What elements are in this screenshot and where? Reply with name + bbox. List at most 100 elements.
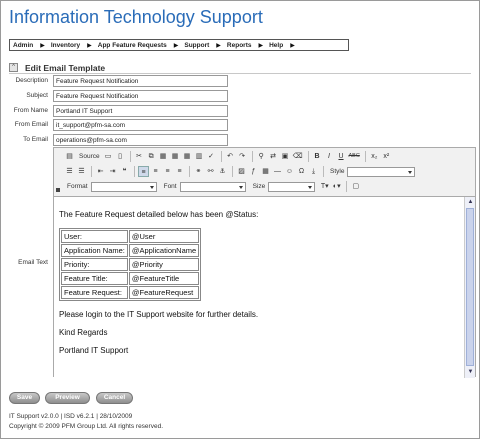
table-row: Feature Request: @FeatureRequest xyxy=(61,286,200,299)
chevron-right-icon: ▶ xyxy=(290,42,295,49)
link-icon[interactable]: ⚭ xyxy=(193,166,204,177)
nav-admin[interactable]: Admin ▶ xyxy=(10,40,48,50)
smiley-icon[interactable]: ☺ xyxy=(284,166,295,177)
toolbar-row-3: Format Font Size T▾ ◐▾ ▢ xyxy=(64,180,362,193)
background-color-icon[interactable]: ◐▾ xyxy=(331,181,342,192)
preview-button[interactable]: Preview xyxy=(45,392,90,404)
placeholder-table: User: @User Application Name: @Application… xyxy=(59,228,202,301)
nav-inventory[interactable]: Inventory ▶ xyxy=(48,40,95,50)
table-cell-value: @User xyxy=(128,230,200,243)
font-dropdown[interactable] xyxy=(179,181,246,192)
bold-icon[interactable]: B xyxy=(312,151,323,162)
to-email-label: To Email xyxy=(23,136,48,143)
subject-label: Subject xyxy=(26,92,48,99)
editor-content-area[interactable]: The Feature Request detailed below has b… xyxy=(54,196,475,378)
flash-icon[interactable]: ƒ xyxy=(248,166,259,177)
table-cell-label: Feature Title: xyxy=(61,272,128,285)
image-icon[interactable]: ▨ xyxy=(236,166,247,177)
replace-icon[interactable]: ⇄ xyxy=(268,151,279,162)
toolbar-row-1: ▤ Source ▭ ▯ ✂ ⧉ ▦ ▦ ▦ ▥ ✓ ↶ ↷ ⚲ ⇄ ▣ ⌫ B … xyxy=(64,150,393,163)
size-dropdown[interactable] xyxy=(268,181,316,192)
nav-help-label: Help xyxy=(269,41,284,49)
table-row: Priority: @Priority xyxy=(61,258,200,271)
paste-word-icon[interactable]: ▦ xyxy=(182,151,193,162)
chevron-right-icon: ▶ xyxy=(173,42,179,49)
scroll-down-icon[interactable]: ▼ xyxy=(467,369,474,376)
nav-help[interactable]: Help ▶ xyxy=(266,40,298,50)
italic-icon[interactable]: I xyxy=(324,151,335,162)
anchor-icon[interactable]: ⚓ xyxy=(217,166,228,177)
from-email-field[interactable]: it_support@pfm-sa.com xyxy=(53,119,228,131)
chevron-right-icon: ▶ xyxy=(216,42,221,49)
table-row: Application Name: @ApplicationName xyxy=(61,244,200,257)
select-all-icon[interactable]: ▣ xyxy=(280,151,291,162)
collapse-icon[interactable]: ^ xyxy=(9,63,18,72)
maximize-icon[interactable]: ▢ xyxy=(350,181,361,192)
save-doc-icon[interactable]: ▭ xyxy=(103,151,114,162)
nav-reports[interactable]: Reports ▶ xyxy=(224,40,266,50)
email-login-text: Please login to the IT Support website f… xyxy=(59,310,259,319)
email-signature: Portland IT Support xyxy=(59,346,129,355)
align-left-icon[interactable]: ≡ xyxy=(138,166,149,177)
save-button[interactable]: Save xyxy=(9,392,40,404)
justify-icon[interactable]: ≡ xyxy=(174,166,185,177)
format-dropdown[interactable] xyxy=(90,181,157,192)
table-icon[interactable]: ▦ xyxy=(260,166,271,177)
special-char-icon[interactable]: Ω xyxy=(296,166,307,177)
toolbar-row-2: ☰ ☰ ⇤ ⇥ ❝ ≡ ≡ ≡ ≡ ⚭ ⚯ ⚓ ▨ ƒ ▦ ― ☺ Ω ⤓ St… xyxy=(64,165,419,178)
underline-icon[interactable]: U xyxy=(336,151,347,162)
source-button[interactable]: Source xyxy=(79,153,100,160)
outdent-icon[interactable]: ⇤ xyxy=(95,166,106,177)
source-icon[interactable]: ▤ xyxy=(64,151,75,162)
nav-admin-label: Admin xyxy=(13,41,34,49)
scroll-up-icon[interactable]: ▲ xyxy=(467,199,474,206)
print-icon[interactable]: ▥ xyxy=(194,151,205,162)
table-cell-value: @FeatureTitle xyxy=(128,272,200,285)
main-nav-bar: Admin ▶ Inventory ▶ App Feature Requests ▶ … xyxy=(9,39,349,51)
blockquote-icon[interactable]: ❝ xyxy=(119,166,130,177)
table-cell-value: @FeatureRequest xyxy=(128,286,200,299)
spellcheck-icon[interactable]: ✓ xyxy=(206,151,217,162)
superscript-icon[interactable]: x² xyxy=(381,151,392,162)
paste-icon[interactable]: ▦ xyxy=(158,151,169,162)
email-body: The Feature Request detailed below has b… xyxy=(59,210,459,364)
scrollbar-thumb[interactable] xyxy=(466,208,474,366)
cut-icon[interactable]: ✂ xyxy=(134,151,145,162)
page-break-icon[interactable]: ⤓ xyxy=(308,166,319,177)
text-color-icon[interactable]: T▾ xyxy=(319,181,330,192)
toolbar-collapse-handle[interactable] xyxy=(56,188,60,192)
nav-app-feature-requests[interactable]: App Feature Requests ▶ xyxy=(95,40,182,50)
chevron-right-icon: ▶ xyxy=(87,42,92,49)
toolbar-separator xyxy=(220,151,222,162)
align-right-icon[interactable]: ≡ xyxy=(162,166,173,177)
copy-icon[interactable]: ⧉ xyxy=(146,151,157,162)
description-field[interactable]: Feature Request Notification xyxy=(53,75,228,87)
section-title: Edit Email Template xyxy=(25,62,106,73)
from-name-field[interactable]: Portland IT Support xyxy=(53,105,228,117)
toolbar-separator xyxy=(346,181,348,192)
to-email-field[interactable]: operations@pfm-sa.com xyxy=(53,134,228,146)
strikethrough-icon[interactable]: ABC xyxy=(348,151,361,162)
indent-icon[interactable]: ⇥ xyxy=(107,166,118,177)
new-page-icon[interactable]: ▯ xyxy=(115,151,126,162)
style-dropdown[interactable] xyxy=(347,166,416,177)
undo-icon[interactable]: ↶ xyxy=(225,151,236,162)
remove-format-icon[interactable]: ⌫ xyxy=(292,151,304,162)
find-icon[interactable]: ⚲ xyxy=(256,151,267,162)
table-cell-label: Application Name: xyxy=(61,244,128,257)
nav-inventory-label: Inventory xyxy=(50,41,81,49)
horizontal-rule-icon[interactable]: ― xyxy=(272,166,283,177)
redo-icon[interactable]: ↷ xyxy=(237,151,248,162)
numbered-list-icon[interactable]: ☰ xyxy=(64,166,75,177)
align-center-icon[interactable]: ≡ xyxy=(150,166,161,177)
subscript-icon[interactable]: x₂ xyxy=(369,151,380,162)
bulleted-list-icon[interactable]: ☰ xyxy=(76,166,87,177)
unlink-icon[interactable]: ⚯ xyxy=(205,166,216,177)
editor-scrollbar[interactable]: ▲ ▼ xyxy=(464,197,475,378)
nav-support[interactable]: Support ▶ xyxy=(181,40,224,50)
description-label: Description xyxy=(15,77,48,84)
paste-text-icon[interactable]: ▦ xyxy=(170,151,181,162)
table-cell-label: Priority: xyxy=(61,258,128,271)
subject-field[interactable]: Feature Request Notification xyxy=(53,90,228,102)
cancel-button[interactable]: Cancel xyxy=(96,392,133,404)
